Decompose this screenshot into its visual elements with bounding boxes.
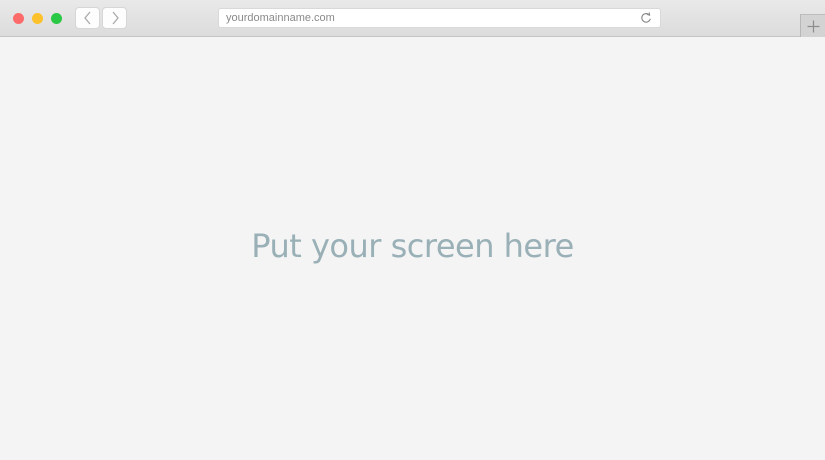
new-tab-button[interactable] xyxy=(800,14,825,37)
browser-toolbar: yourdomainname.com xyxy=(0,0,825,37)
back-button[interactable] xyxy=(75,7,100,29)
forward-button[interactable] xyxy=(102,7,127,29)
browser-window: yourdomainname.com Put your screen here xyxy=(0,0,825,460)
chevron-right-icon xyxy=(112,11,119,25)
reload-icon[interactable] xyxy=(640,12,652,24)
page-content: Put your screen here xyxy=(0,37,825,460)
minimize-window-button[interactable] xyxy=(32,13,43,24)
close-window-button[interactable] xyxy=(13,13,24,24)
maximize-window-button[interactable] xyxy=(51,13,62,24)
chevron-left-icon xyxy=(83,11,90,25)
address-url: yourdomainname.com xyxy=(226,12,335,24)
placeholder-text: Put your screen here xyxy=(251,227,574,265)
address-bar[interactable]: yourdomainname.com xyxy=(218,8,661,28)
plus-icon xyxy=(807,20,819,32)
